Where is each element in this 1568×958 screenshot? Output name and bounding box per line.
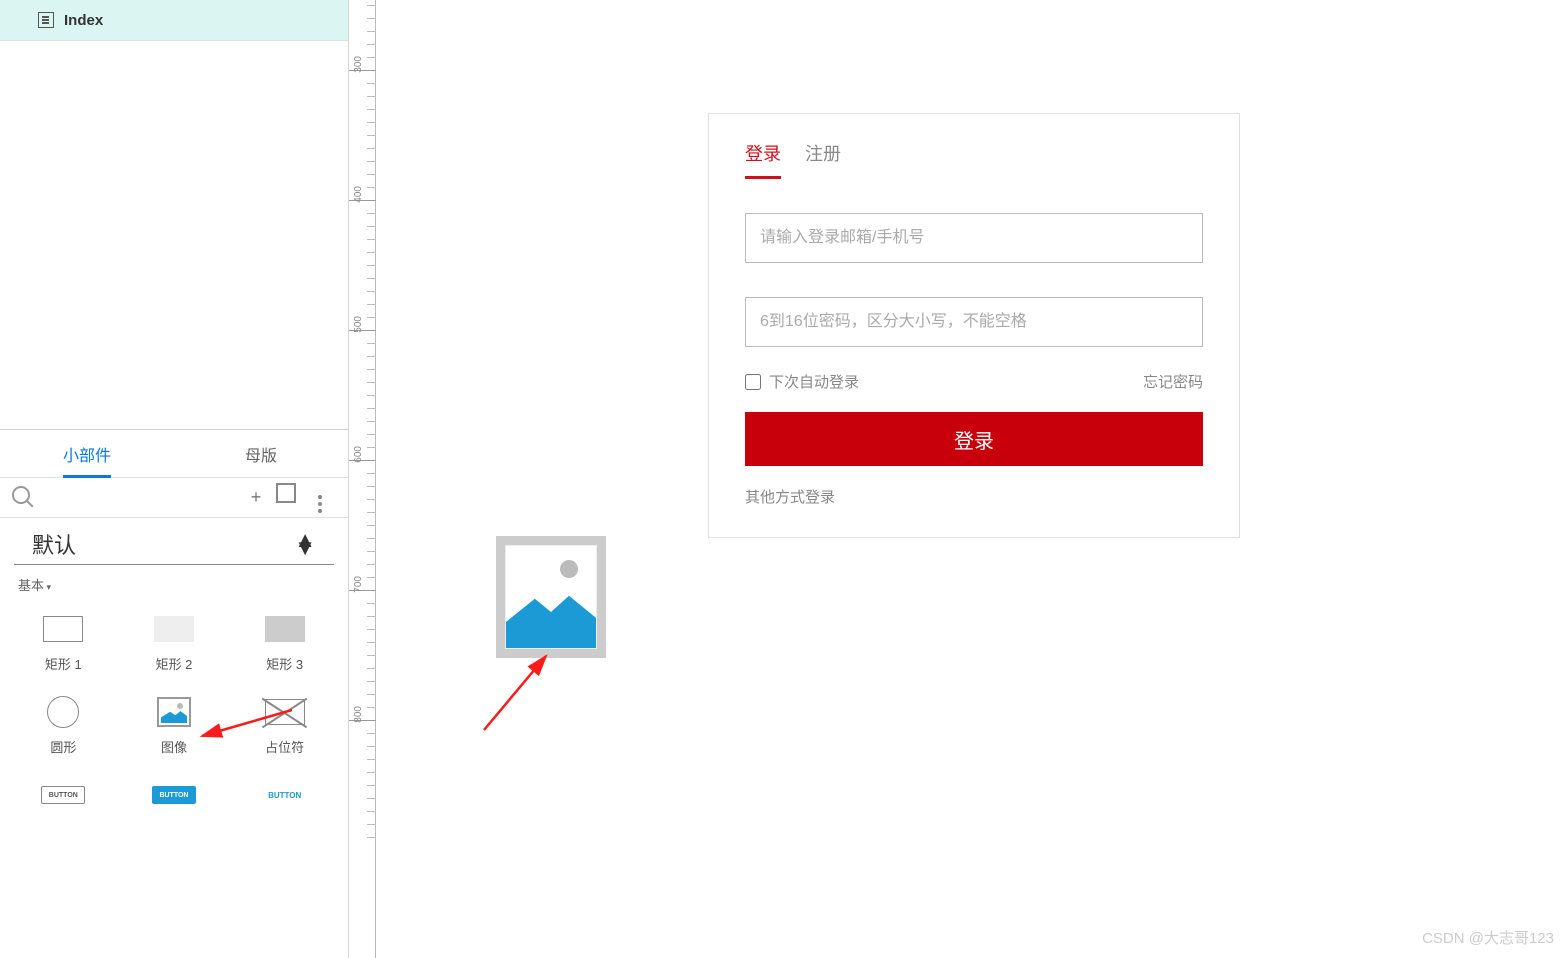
username-input[interactable] bbox=[745, 213, 1203, 263]
password-input[interactable] bbox=[745, 297, 1203, 347]
page-row-index[interactable]: Index bbox=[0, 0, 348, 40]
widget-rect1[interactable]: 矩形 1 bbox=[8, 604, 119, 687]
widget-rect3[interactable]: 矩形 3 bbox=[229, 604, 340, 687]
login-card: 登录 注册 下次自动登录 忘记密码 登录 其他方式登录 bbox=[708, 113, 1240, 538]
widget-circle[interactable]: 圆形 bbox=[8, 687, 119, 770]
library-panel: 小部件 母版 + 默认 ▲▼ 基本 矩形 1 矩形 2 矩形 3 圆形 图像 占… bbox=[0, 429, 348, 958]
search-widgets[interactable] bbox=[12, 486, 240, 509]
page-icon bbox=[38, 12, 54, 28]
tab-login[interactable]: 登录 bbox=[745, 140, 781, 179]
left-panel: Index 小部件 母版 + 默认 ▲▼ 基本 矩形 1 矩形 2 矩形 3 圆… bbox=[0, 0, 348, 958]
pages-tree: Index bbox=[0, 0, 348, 41]
login-tabs: 登录 注册 bbox=[745, 140, 1203, 179]
library-tabs: 小部件 母版 bbox=[0, 430, 348, 478]
canvas[interactable]: 登录 注册 下次自动登录 忘记密码 登录 其他方式登录 bbox=[376, 0, 1568, 958]
page-label: Index bbox=[64, 12, 103, 29]
search-icon bbox=[12, 486, 30, 504]
library-name: 默认 bbox=[32, 528, 76, 560]
widget-button-fill[interactable]: BUTTON bbox=[119, 770, 230, 834]
stepper-icon: ▲▼ bbox=[294, 536, 316, 552]
watermark: CSDN @大志哥123 bbox=[1422, 927, 1554, 948]
copy-library-icon[interactable] bbox=[272, 487, 304, 508]
more-icon[interactable] bbox=[304, 483, 336, 513]
widget-button-link[interactable]: BUTTON bbox=[229, 770, 340, 834]
library-select[interactable]: 默认 ▲▼ bbox=[14, 518, 334, 565]
annotation-arrow-1 bbox=[476, 640, 566, 745]
tab-widgets[interactable]: 小部件 bbox=[0, 430, 174, 477]
section-basic[interactable]: 基本 bbox=[0, 565, 348, 598]
login-button[interactable]: 登录 bbox=[745, 412, 1203, 466]
tab-register[interactable]: 注册 bbox=[805, 140, 841, 179]
forgot-password-link[interactable]: 忘记密码 bbox=[1143, 371, 1203, 392]
tab-masters[interactable]: 母版 bbox=[174, 430, 348, 477]
widget-button-outline[interactable]: BUTTON bbox=[8, 770, 119, 834]
library-toolbar: + bbox=[0, 478, 348, 518]
widget-rect2[interactable]: 矩形 2 bbox=[119, 604, 230, 687]
ruler-vertical: 200300400500600700800 bbox=[348, 0, 376, 958]
annotation-arrow-2 bbox=[192, 706, 302, 751]
image-placeholder-icon bbox=[505, 545, 597, 649]
other-login-label: 其他方式登录 bbox=[745, 486, 1203, 507]
add-library-icon[interactable]: + bbox=[240, 487, 272, 508]
remember-checkbox[interactable]: 下次自动登录 bbox=[745, 371, 859, 392]
